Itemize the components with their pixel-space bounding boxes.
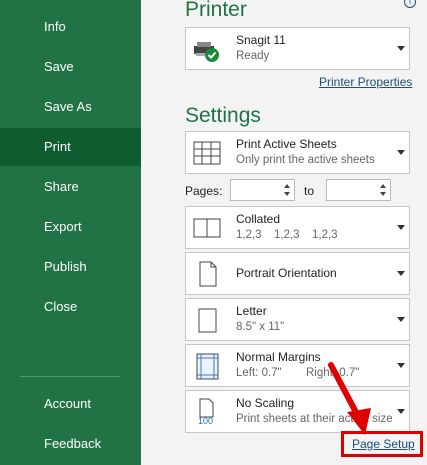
pages-from-input[interactable] [230,179,295,201]
collation-seq: 1,2,3 [236,229,262,241]
print-what-dropdown[interactable]: Print Active Sheets Only print the activ… [185,131,410,174]
info-icon[interactable]: i [404,0,416,8]
nav-close[interactable]: Close [0,288,141,326]
nav-publish[interactable]: Publish [0,248,141,286]
chevron-down-icon [397,270,405,276]
printer-ready-icon [192,34,222,64]
collation-subtitle: 1,2,3 1,2,3 1,2,3 [236,229,350,241]
scaling-percent-label: 100 [198,416,214,426]
nav-feedback[interactable]: Feedback [0,425,141,463]
collated-pages-icon [192,213,222,243]
red-arrow-annotation [328,362,371,435]
chevron-down-icon [397,224,405,230]
print-what-subtitle: Only print the active sheets [236,154,375,166]
spin-up-icon[interactable] [284,184,290,188]
pages-to-label: to [304,184,315,198]
print-what-title: Print Active Sheets [236,137,337,151]
nav-export[interactable]: Export [0,208,141,246]
collation-seq: 1,2,3 [274,229,300,241]
printer-properties-link[interactable]: Printer Properties [319,75,412,89]
nav-share[interactable]: Share [0,168,141,206]
nav-account[interactable]: Account [0,385,141,423]
spin-down-icon[interactable] [284,192,290,196]
chevron-down-icon [397,316,405,322]
print-panel: Printer i Snagit 11 Ready Printer Proper… [141,0,427,465]
pages-label: Pages: [185,184,223,198]
nav-save-as[interactable]: Save As [0,88,141,126]
collation-dropdown[interactable]: Collated 1,2,3 1,2,3 1,2,3 [185,206,410,249]
scaling-page-icon: 100 [192,397,222,427]
paper-size-subtitle: 8.5" x 11" [236,321,285,333]
collation-seq: 1,2,3 [312,229,338,241]
scaling-title: No Scaling [236,396,295,410]
printer-heading: Printer [185,0,247,21]
printer-name: Snagit 11 [236,33,286,47]
spin-down-icon[interactable] [380,192,386,196]
orientation-dropdown[interactable]: Portrait Orientation [185,252,410,295]
collation-title: Collated [236,212,281,226]
portrait-page-icon [192,259,222,289]
printer-status: Ready [236,50,270,62]
nav-save[interactable]: Save [0,48,141,86]
margins-icon [192,351,222,381]
nav-divider [20,376,120,377]
sheets-grid-icon [192,138,222,168]
chevron-down-icon [397,149,405,155]
printer-dropdown[interactable]: Snagit 11 Ready [185,27,410,70]
paper-size-title: Letter [236,304,267,318]
chevron-down-icon [397,408,405,414]
orientation-title: Portrait Orientation [236,266,337,280]
chevron-down-icon [397,362,405,368]
pages-to-input[interactable] [326,179,391,201]
chevron-down-icon [397,45,405,51]
letter-page-icon [192,305,222,335]
backstage-sidebar: Info Save Save As Print Share Export Pub… [0,0,141,465]
nav-print[interactable]: Print [0,128,141,166]
margins-left: Left: 0.7" [236,367,282,379]
margins-title: Normal Margins [236,350,321,364]
paper-size-dropdown[interactable]: Letter 8.5" x 11" [185,298,410,341]
nav-info[interactable]: Info [0,8,141,46]
spin-up-icon[interactable] [380,184,386,188]
settings-heading: Settings [185,104,261,127]
